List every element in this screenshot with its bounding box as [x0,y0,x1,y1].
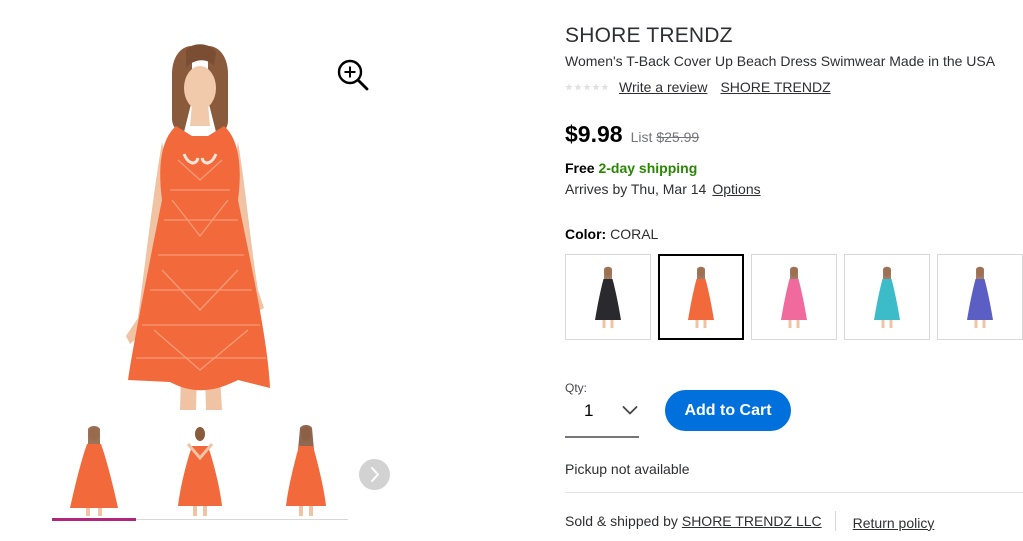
pickup-status: Pickup not available [565,461,690,477]
color-swatch-aqua[interactable] [844,254,930,340]
price-row: $9.98 List $25.99 [565,121,699,148]
seller-divider [834,511,836,531]
rating-stars [565,83,609,91]
color-swatch-pink[interactable] [751,254,837,340]
rating-row: Write a review SHORE TRENDZ [565,78,831,96]
free-label: Free [565,160,595,176]
thumbnail-strip [52,424,348,522]
return-policy-link[interactable]: Return policy [853,515,935,531]
quantity-underline [565,436,639,438]
thumbnail-back[interactable] [158,424,242,516]
shipping-type: 2-day shipping [598,160,698,176]
seller-row: Sold & shipped by SHORE TRENDZ LLC Retur… [565,511,934,531]
product-main-image[interactable] [100,40,300,410]
star-icon [583,83,591,91]
chevron-down-icon [622,406,638,415]
swatch-model-image [595,266,621,328]
color-swatch-black[interactable] [565,254,651,340]
sold-by-label: Sold & shipped by [565,513,678,529]
seller-link[interactable]: SHORE TRENDZ LLC [682,513,822,529]
arrival-date: Arrives by Thu, Mar 14 [565,181,707,197]
quantity-label: Qty: [565,381,588,395]
color-selector-label: Color: CORAL [565,226,658,242]
write-review-link[interactable]: Write a review [619,79,707,95]
swatch-model-image [781,266,807,328]
active-thumbnail-indicator [52,518,136,521]
star-icon [565,83,573,91]
star-icon [574,83,582,91]
selected-color: CORAL [610,226,659,242]
chevron-right-icon[interactable] [359,459,390,490]
swatch-model-image [688,266,714,328]
color-swatch-purple[interactable] [937,254,1023,340]
product-title: Women's T-Back Cover Up Beach Dress Swim… [565,53,996,69]
swatch-model-image [967,266,993,328]
list-price: $25.99 [656,129,700,145]
thumbnail-front[interactable] [52,424,136,516]
quantity-value: 1 [584,401,594,420]
add-to-cart-button[interactable]: Add to Cart [665,390,791,431]
color-swatch-coral[interactable] [658,254,744,340]
section-divider [565,492,1023,493]
shipping-options-link[interactable]: Options [712,181,760,197]
product-brand: SHORE TRENDZ [565,24,733,47]
arrival-row: Arrives by Thu, Mar 14 Options [565,181,761,197]
quantity-selector[interactable]: Qty: 1 [565,381,639,438]
current-price: $9.98 [565,121,623,147]
star-icon [601,83,609,91]
swatch-model-image [874,266,900,328]
brand-link[interactable]: SHORE TRENDZ [720,79,830,95]
star-icon [592,83,600,91]
shipping-row: Free 2-day shipping [565,160,697,176]
color-label: Color: [565,226,607,242]
zoom-in-icon[interactable] [336,58,370,92]
color-swatches [565,254,1023,340]
thumbnail-side[interactable] [264,424,348,516]
list-price-label: List [630,129,653,145]
